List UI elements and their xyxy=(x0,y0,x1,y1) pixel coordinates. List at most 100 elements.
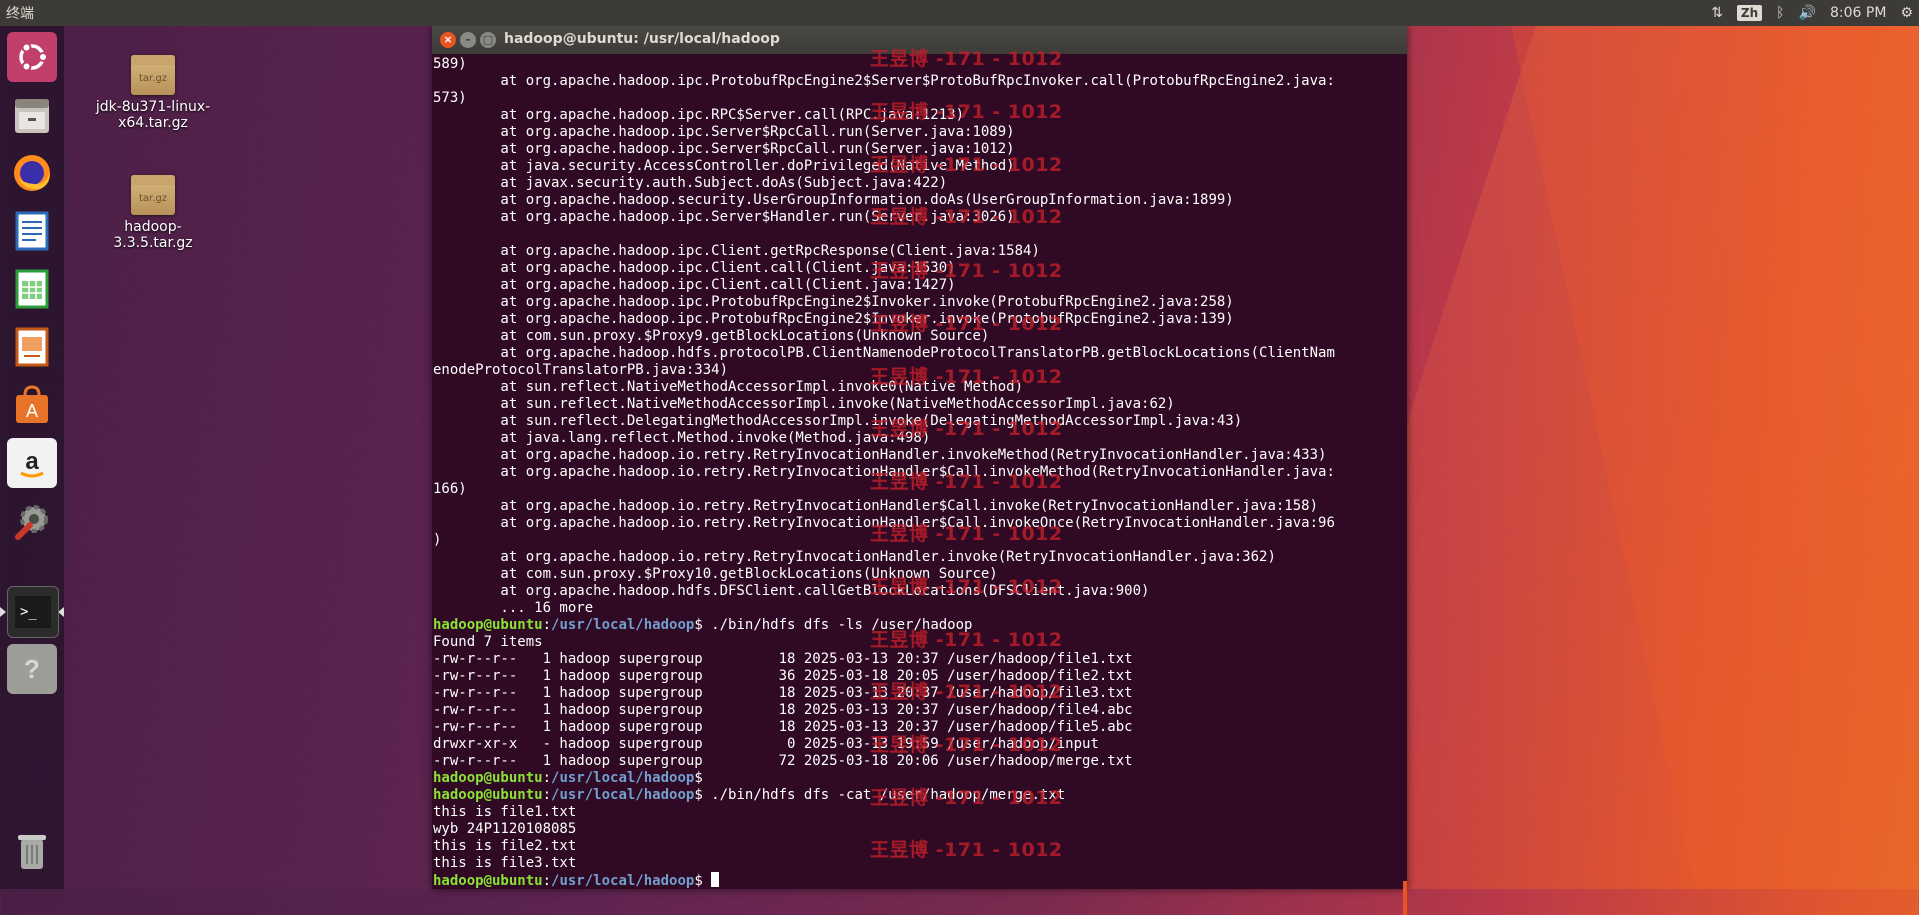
scrollbar[interactable] xyxy=(1403,881,1407,915)
network-icon[interactable]: ⇅ xyxy=(1711,5,1723,21)
output-text: at org.apache.hadoop.io.retry.RetryInvoc… xyxy=(433,498,1319,514)
terminal-line: at java.security.AccessController.doPriv… xyxy=(433,158,1407,175)
terminal-line: at org.apache.hadoop.hdfs.protocolPB.Cli… xyxy=(433,345,1407,362)
ubuntu-logo-icon[interactable] xyxy=(7,32,57,82)
window-title: hadoop@ubuntu: /usr/local/hadoop xyxy=(504,31,780,47)
output-text: at java.security.AccessController.doPriv… xyxy=(433,158,1015,174)
terminal-line: ) xyxy=(433,532,1407,549)
desktop-file-label: hadoop-3.3.5.tar.gz xyxy=(113,219,193,251)
terminal-line: at org.apache.hadoop.ipc.Client.getRpcRe… xyxy=(433,243,1407,260)
libreoffice-calc-icon[interactable] xyxy=(7,264,57,314)
active-indicator xyxy=(0,607,6,617)
prompt-path: /usr/local/hadoop xyxy=(551,787,695,803)
terminal-window[interactable]: × – □ hadoop@ubuntu: /usr/local/hadoop 5… xyxy=(432,26,1407,915)
help-icon[interactable]: ? xyxy=(7,644,57,694)
output-text: at org.apache.hadoop.ipc.Client.call(Cli… xyxy=(433,260,956,276)
close-icon[interactable]: × xyxy=(440,32,456,48)
output-text: at org.apache.hadoop.ipc.ProtobufRpcEngi… xyxy=(433,294,1234,310)
prompt-path: /usr/local/hadoop xyxy=(551,770,695,786)
output-text: at org.apache.hadoop.hdfs.protocolPB.Cli… xyxy=(433,345,1335,361)
terminal-line: drwxr-xr-x - hadoop supergroup 0 2025-03… xyxy=(433,736,1407,753)
settings-gear-icon[interactable]: ⚙ xyxy=(1900,5,1913,21)
terminal-line: at sun.reflect.DelegatingMethodAccessorI… xyxy=(433,413,1407,430)
terminal-line: this is file2.txt xyxy=(433,838,1407,855)
terminal-output[interactable]: 589) at org.apache.hadoop.ipc.ProtobufRp… xyxy=(432,54,1407,889)
output-text: at org.apache.hadoop.ipc.Server$Handler.… xyxy=(433,209,1015,225)
launcher: A a >_ ? xyxy=(0,26,65,889)
output-text: Found 7 items xyxy=(433,634,543,650)
terminal-icon[interactable]: >_ xyxy=(7,586,59,638)
terminal-line: 166) xyxy=(433,481,1407,498)
output-text: at org.apache.hadoop.ipc.Client.call(Cli… xyxy=(433,277,956,293)
prompt-path: /usr/local/hadoop xyxy=(551,873,695,889)
terminal-line: at sun.reflect.NativeMethodAccessorImpl.… xyxy=(433,379,1407,396)
desktop-file-jdk[interactable]: tar.gz jdk-8u371-linux-x64.tar.gz xyxy=(88,55,218,131)
minimize-icon[interactable]: – xyxy=(460,32,476,48)
output-text: at org.apache.hadoop.security.UserGroupI… xyxy=(433,192,1234,208)
terminal-line: at org.apache.hadoop.io.retry.RetryInvoc… xyxy=(433,464,1407,481)
output-text: at sun.reflect.NativeMethodAccessorImpl.… xyxy=(433,396,1175,412)
bluetooth-icon[interactable]: ᛒ xyxy=(1776,5,1784,21)
libreoffice-writer-icon[interactable] xyxy=(7,206,57,256)
terminal-line: at org.apache.hadoop.ipc.Client.call(Cli… xyxy=(433,260,1407,277)
command-text: ./bin/hdfs dfs -ls /user/hadoop xyxy=(711,617,973,633)
maximize-icon[interactable]: □ xyxy=(480,32,496,48)
terminal-prompt-line: hadoop@ubuntu:/usr/local/hadoop$ xyxy=(433,872,1407,889)
terminal-line: at org.apache.hadoop.io.retry.RetryInvoc… xyxy=(433,447,1407,464)
terminal-titlebar[interactable]: × – □ hadoop@ubuntu: /usr/local/hadoop xyxy=(432,26,1407,54)
output-text: at java.lang.reflect.Method.invoke(Metho… xyxy=(433,430,931,446)
svg-text:?: ? xyxy=(24,654,40,684)
terminal-line: at org.apache.hadoop.ipc.RPC$Server.call… xyxy=(433,107,1407,124)
firefox-icon[interactable] xyxy=(7,148,57,198)
archive-icon: tar.gz xyxy=(131,55,175,95)
system-settings-icon[interactable] xyxy=(7,496,57,546)
terminal-line: -rw-r--r-- 1 hadoop supergroup 18 2025-0… xyxy=(433,719,1407,736)
prompt-end: $ xyxy=(694,787,712,803)
indicator-area: ⇅ Zh ᛒ 🔊 8:06 PM ⚙ xyxy=(1711,0,1913,26)
prompt-end: $ xyxy=(694,873,712,889)
terminal-line: -rw-r--r-- 1 hadoop supergroup 36 2025-0… xyxy=(433,668,1407,685)
terminal-line: at org.apache.hadoop.security.UserGroupI… xyxy=(433,192,1407,209)
prompt-separator: : xyxy=(542,617,552,633)
command-text: ./bin/hdfs dfs -cat /user/hadoop/merge.t… xyxy=(711,787,1066,803)
libreoffice-impress-icon[interactable] xyxy=(7,322,57,372)
output-text: at org.apache.hadoop.ipc.Server$RpcCall.… xyxy=(433,124,1015,140)
svg-text:A: A xyxy=(26,401,38,421)
software-center-icon[interactable]: A xyxy=(7,380,57,430)
terminal-line: at org.apache.hadoop.ipc.Server$Handler.… xyxy=(433,209,1407,226)
output-text: drwxr-xr-x - hadoop supergroup 0 2025-03… xyxy=(433,736,1099,752)
terminal-line: at javax.security.auth.Subject.doAs(Subj… xyxy=(433,175,1407,192)
terminal-line: 573) xyxy=(433,90,1407,107)
output-text: at org.apache.hadoop.ipc.RPC$Server.call… xyxy=(433,107,965,123)
prompt-separator: : xyxy=(542,787,552,803)
terminal-line: at org.apache.hadoop.ipc.Client.call(Cli… xyxy=(433,277,1407,294)
desktop-file-hadoop[interactable]: tar.gz hadoop-3.3.5.tar.gz xyxy=(88,175,218,251)
top-panel: 终端 ⇅ Zh ᛒ 🔊 8:06 PM ⚙ xyxy=(0,0,1919,26)
prompt-user: hadoop@ubuntu xyxy=(433,617,543,633)
desktop-file-label: jdk-8u371-linux-x64.tar.gz xyxy=(95,99,211,131)
output-text: wyb 24P1120108085 xyxy=(433,821,577,837)
output-text: at org.apache.hadoop.ipc.ProtobufRpcEngi… xyxy=(433,73,1335,89)
terminal-line: at org.apache.hadoop.ipc.Server$RpcCall.… xyxy=(433,141,1407,158)
terminal-line: at org.apache.hadoop.io.retry.RetryInvoc… xyxy=(433,498,1407,515)
terminal-line: at org.apache.hadoop.ipc.Server$RpcCall.… xyxy=(433,124,1407,141)
trash-icon[interactable] xyxy=(7,826,57,876)
terminal-line: at com.sun.proxy.$Proxy9.getBlockLocatio… xyxy=(433,328,1407,345)
prompt-separator: : xyxy=(542,770,552,786)
output-text: -rw-r--r-- 1 hadoop supergroup 18 2025-0… xyxy=(433,702,1133,718)
input-method-indicator[interactable]: Zh xyxy=(1736,5,1763,21)
terminal-line: at org.apache.hadoop.hdfs.DFSClient.call… xyxy=(433,583,1407,600)
output-text: -rw-r--r-- 1 hadoop supergroup 18 2025-0… xyxy=(433,651,1133,667)
volume-icon[interactable]: 🔊 xyxy=(1799,5,1816,21)
terminal-line: at java.lang.reflect.Method.invoke(Metho… xyxy=(433,430,1407,447)
output-text: at com.sun.proxy.$Proxy10.getBlockLocati… xyxy=(433,566,998,582)
amazon-icon[interactable]: a xyxy=(7,438,57,488)
terminal-line: -rw-r--r-- 1 hadoop supergroup 18 2025-0… xyxy=(433,702,1407,719)
terminal-line: at org.apache.hadoop.ipc.ProtobufRpcEngi… xyxy=(433,311,1407,328)
output-text: this is file3.txt xyxy=(433,855,577,871)
file-cabinet-icon[interactable] xyxy=(7,90,57,140)
clock[interactable]: 8:06 PM xyxy=(1830,5,1886,21)
output-text: at sun.reflect.DelegatingMethodAccessorI… xyxy=(433,413,1243,429)
terminal-line: -rw-r--r-- 1 hadoop supergroup 18 2025-0… xyxy=(433,651,1407,668)
